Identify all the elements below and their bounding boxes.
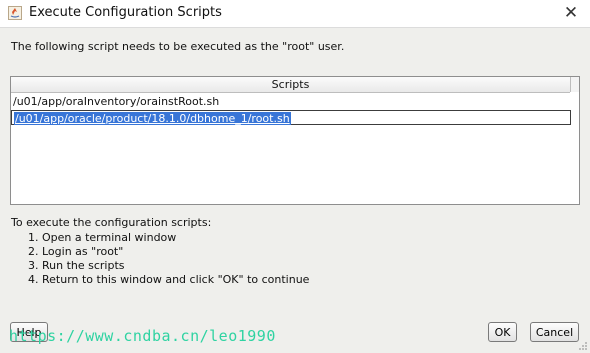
instructions-list: 1. Open a terminal window 2. Login as "r… bbox=[28, 231, 309, 287]
list-item: 4. Return to this window and click "OK" … bbox=[28, 273, 310, 286]
table-header-corner bbox=[570, 77, 579, 92]
list-item: 2. Login as "root" bbox=[28, 245, 124, 258]
instructions-heading: To execute the configuration scripts: bbox=[11, 216, 212, 229]
script-path: /u01/app/oraInventory/orainstRoot.sh bbox=[13, 95, 220, 108]
list-item: 3. Run the scripts bbox=[28, 259, 125, 272]
table-row-selected[interactable]: /u01/app/oracle/product/18.1.0/dbhome_1/… bbox=[11, 110, 571, 125]
list-item: 1. Open a terminal window bbox=[28, 231, 177, 244]
watermark: https://www.cndba.cn/leo1990 bbox=[9, 327, 276, 345]
title-bar: Execute Configuration Scripts ✕ bbox=[0, 0, 590, 28]
cancel-button[interactable]: Cancel bbox=[530, 322, 579, 342]
scripts-table: Scripts /u01/app/oraInventory/orainstRoo… bbox=[10, 76, 580, 205]
table-row[interactable]: /u01/app/oraInventory/orainstRoot.sh bbox=[11, 94, 570, 109]
intro-text: The following script needs to be execute… bbox=[11, 40, 345, 53]
resize-grip-icon[interactable] bbox=[578, 341, 588, 351]
script-path: /u01/app/oracle/product/18.1.0/dbhome_1/… bbox=[14, 112, 291, 125]
window-title: Execute Configuration Scripts bbox=[29, 5, 222, 20]
ok-button[interactable]: OK bbox=[488, 322, 517, 342]
java-app-icon bbox=[8, 6, 22, 20]
close-icon[interactable]: ✕ bbox=[561, 3, 581, 23]
table-header-scripts[interactable]: Scripts bbox=[11, 77, 570, 93]
